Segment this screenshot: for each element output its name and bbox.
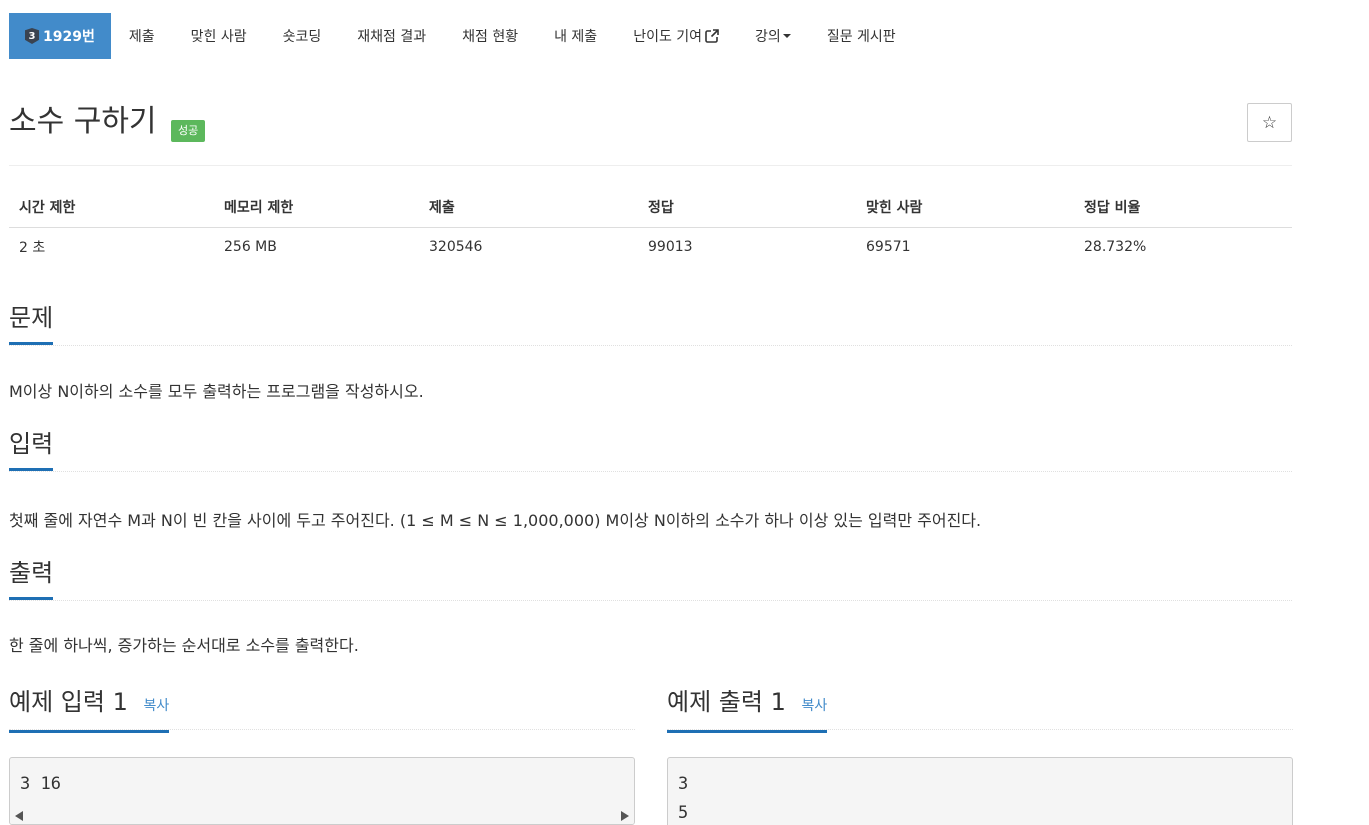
scroll-right-icon[interactable]: [621, 811, 629, 821]
caret-down-icon: [782, 34, 791, 38]
sample-input-line: 3 16: [20, 774, 61, 794]
sample-output-line: 5: [678, 803, 689, 823]
sample-input-title: 예제 입력 1: [9, 688, 128, 716]
page-title: 소수 구하기: [9, 104, 157, 139]
sample-input-heading: 예제 입력 1 복사: [9, 684, 170, 733]
table-row: 2 초 256 MB 320546 99013 69571 28.732%: [9, 227, 1292, 267]
input-description: 첫째 줄에 자연수 M과 N이 빈 칸을 사이에 두고 주어진다. (1 ≤ M…: [9, 511, 982, 530]
tab-problem[interactable]: 3 1929번: [9, 13, 111, 59]
tier-badge-icon: 3: [25, 28, 39, 44]
header-accepted-users: 맞힌 사람: [856, 187, 1074, 228]
tab-accepted-users[interactable]: 맞힌 사람: [173, 13, 265, 59]
sample-output-box[interactable]: 3 5: [667, 757, 1293, 825]
tab-judge-status[interactable]: 채점 현황: [444, 13, 536, 59]
copy-output-link[interactable]: 복사: [802, 698, 828, 714]
tab-short-coding[interactable]: 숏코딩: [265, 13, 340, 59]
value-submissions: 320546: [429, 239, 483, 256]
copy-input-link[interactable]: 복사: [144, 698, 170, 714]
problem-nav: 3 1929번 제출 맞힌 사람 숏코딩 재채점 결과 채점 현황 내 제출 난…: [9, 13, 914, 59]
problem-section-header: 문제: [9, 300, 1292, 346]
problem-info-table: 시간 제한 메모리 제한 제출 정답 맞힌 사람 정답 비율 2 초 256 M…: [9, 187, 1292, 267]
value-accepted-users: 69571: [866, 239, 911, 256]
table-header-row: 시간 제한 메모리 제한 제출 정답 맞힌 사람 정답 비율: [9, 187, 1292, 228]
tab-lectures[interactable]: 강의: [737, 13, 809, 59]
problem-description: M이상 N이하의 소수를 모두 출력하는 프로그램을 작성하시오.: [9, 382, 424, 401]
output-description: 한 줄에 하나씩, 증가하는 순서대로 소수를 출력한다.: [9, 636, 359, 655]
tab-difficulty-contribution[interactable]: 난이도 기여: [615, 13, 737, 59]
header-memory-limit: 메모리 제한: [214, 187, 419, 228]
status-badge: 성공: [171, 120, 206, 142]
problem-heading: 문제: [9, 300, 54, 345]
star-button[interactable]: ☆: [1247, 103, 1292, 142]
sample-output-line: 3: [678, 774, 689, 794]
sample-output-header: 예제 출력 1 복사: [667, 684, 1293, 733]
output-heading: 출력: [9, 555, 54, 600]
header-submissions: 제출: [419, 187, 638, 228]
value-accept-ratio: 28.732%: [1084, 239, 1147, 256]
sample-output-title: 예제 출력 1: [667, 688, 786, 716]
value-memory-limit: 256 MB: [224, 239, 277, 256]
tab-question-board[interactable]: 질문 게시판: [809, 13, 914, 59]
tab-lectures-label: 강의: [755, 29, 781, 45]
value-time-limit: 2 초: [19, 240, 46, 257]
tab-rejudge-results[interactable]: 재채점 결과: [339, 13, 444, 59]
output-section-header: 출력: [9, 555, 1292, 601]
external-link-icon: [705, 29, 719, 43]
sample-output-heading: 예제 출력 1 복사: [667, 684, 828, 733]
title-row: 소수 구하기 성공 ☆: [9, 102, 1292, 166]
header-accepted: 정답: [638, 187, 856, 228]
header-time-limit: 시간 제한: [9, 187, 214, 228]
sample-input-header: 예제 입력 1 복사: [9, 684, 635, 733]
header-accept-ratio: 정답 비율: [1074, 187, 1292, 228]
input-section-header: 입력: [9, 426, 1292, 472]
star-icon: ☆: [1261, 112, 1278, 133]
tab-submit[interactable]: 제출: [111, 13, 173, 59]
sample-input-box[interactable]: 3 16: [9, 757, 635, 825]
value-accepted: 99013: [648, 239, 693, 256]
tab-my-submissions[interactable]: 내 제출: [536, 13, 615, 59]
tab-difficulty-label: 난이도 기여: [633, 29, 703, 45]
input-heading: 입력: [9, 426, 54, 471]
horizontal-scrollbar[interactable]: [10, 806, 634, 824]
scroll-left-icon[interactable]: [15, 811, 23, 821]
problem-number: 1929번: [43, 29, 95, 45]
